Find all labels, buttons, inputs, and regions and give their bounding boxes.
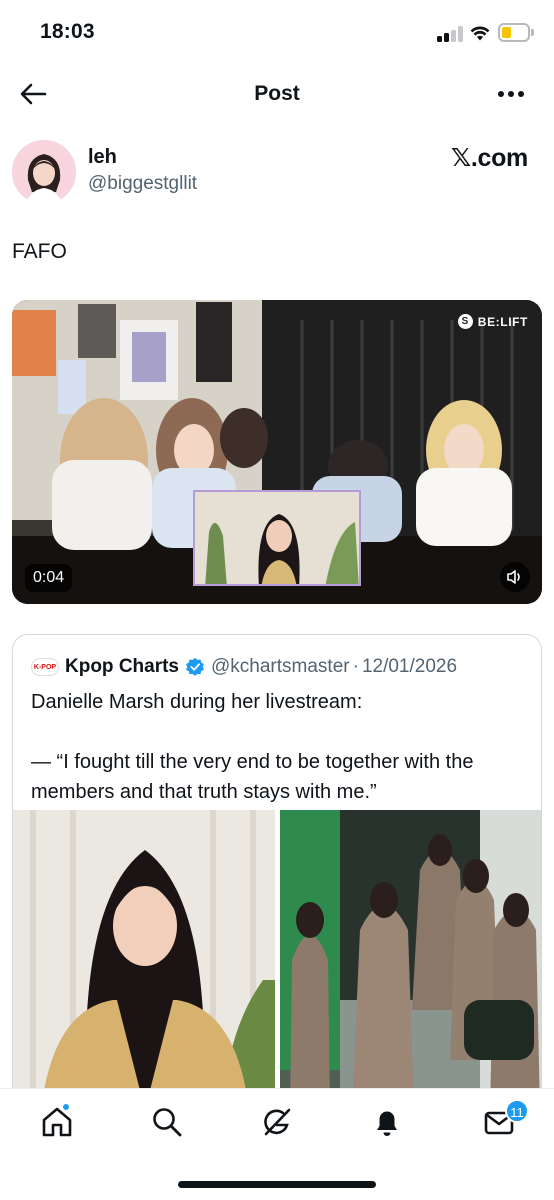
quoted-post[interactable]: K-POP Kpop Charts @kchartsmaster · 12/01… <box>12 634 542 1104</box>
quoted-image-portrait[interactable] <box>13 810 275 1103</box>
video-watermark: S BE:LIFT <box>457 314 528 329</box>
home-unread-dot <box>62 1103 70 1111</box>
watermark-text: BE:LIFT <box>477 314 528 329</box>
wifi-icon <box>470 26 490 41</box>
quoted-text: Danielle Marsh during her livestream: — … <box>31 687 531 807</box>
notifications-bell-icon[interactable] <box>370 1105 404 1139</box>
page-title: Post <box>254 82 300 105</box>
more-options-icon[interactable] <box>494 82 528 106</box>
quoted-author-avatar[interactable]: K-POP <box>31 658 59 676</box>
messages-badge: 11 <box>505 1099 529 1123</box>
quoted-post-header: K-POP Kpop Charts @kchartsmaster · 12/01… <box>31 655 457 679</box>
battery-icon <box>498 23 530 42</box>
cellular-signal-icon <box>437 26 463 42</box>
quoted-author-name[interactable]: Kpop Charts <box>65 656 179 678</box>
post-header: Post <box>0 66 554 122</box>
search-icon[interactable] <box>150 1105 184 1139</box>
video-duration: 0:04 <box>25 564 73 592</box>
status-time: 18:03 <box>40 20 95 43</box>
home-indicator <box>178 1181 376 1188</box>
belift-logo-icon: S <box>457 314 473 329</box>
quoted-text-line: Danielle Marsh during her livestream: <box>31 691 363 713</box>
video-inset <box>193 490 361 586</box>
home-icon[interactable] <box>40 1105 74 1139</box>
speaker-muted-icon <box>507 570 520 584</box>
quoted-image-group[interactable] <box>280 810 541 1103</box>
battery-tip <box>531 29 534 36</box>
avatar-logo-text: K-POP <box>33 663 57 671</box>
status-bar: 18:03 <box>0 0 554 66</box>
quoted-separator: · <box>352 656 359 677</box>
quoted-text-spacer <box>31 717 531 747</box>
author-avatar[interactable] <box>12 140 76 204</box>
verified-badge-icon <box>186 657 204 676</box>
quoted-date: 12/01/2026 <box>361 656 458 677</box>
source-label: 𝕏.com <box>451 144 528 172</box>
quoted-author-handle[interactable]: @kchartsmaster <box>211 656 350 678</box>
author-handle[interactable]: @biggestgllit <box>88 173 197 195</box>
grok-icon[interactable] <box>260 1105 294 1139</box>
post-text: FAFO <box>12 240 67 263</box>
quoted-text-line: — “I fought till the very end to be toge… <box>31 751 474 803</box>
post-video[interactable]: S BE:LIFT 0:04 <box>12 300 542 604</box>
quoted-media <box>13 810 541 1103</box>
author-name[interactable]: leh <box>88 146 117 169</box>
mute-toggle[interactable] <box>500 562 530 592</box>
